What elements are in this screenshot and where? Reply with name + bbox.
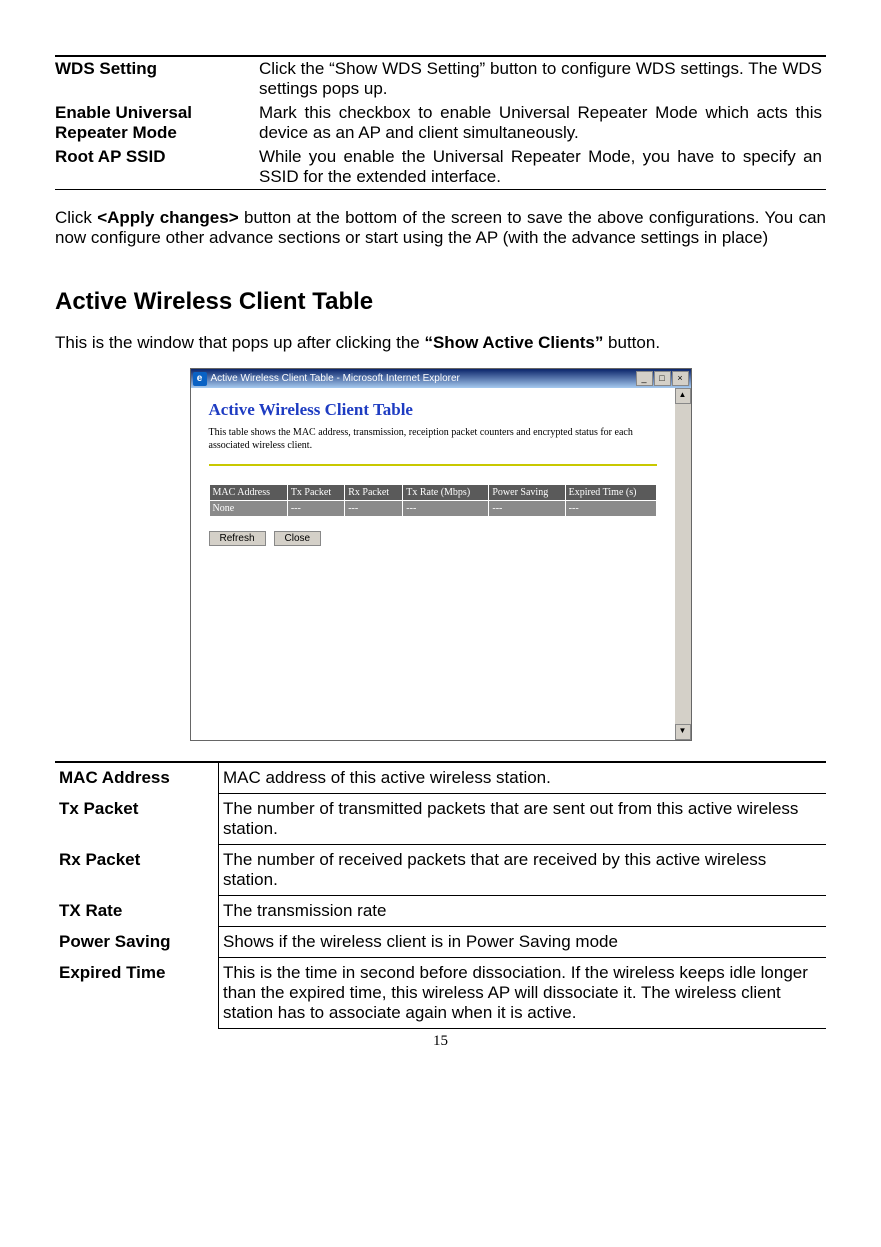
ddesc-tx-packet: The number of transmitted packets that a…: [219, 794, 827, 845]
table-row: WDS Setting Click the “Show WDS Setting”…: [55, 56, 826, 101]
ddesc-expired-time: This is the time in second before dissoc…: [219, 958, 827, 1029]
col-txpacket: Tx Packet: [287, 485, 344, 501]
term-universal-repeater: Enable Universal Repeater Mode: [55, 101, 259, 145]
definitions-table: MAC Address MAC address of this active w…: [55, 761, 826, 1029]
cell-rate: ---: [403, 501, 489, 517]
col-mac: MAC Address: [209, 485, 287, 501]
cell-rx: ---: [345, 501, 403, 517]
cell-exp: ---: [565, 501, 656, 517]
table-row: Root AP SSID While you enable the Univer…: [55, 145, 826, 190]
dterm-rx-packet: Rx Packet: [55, 845, 219, 896]
cell-mac: None: [209, 501, 287, 517]
col-rxpacket: Rx Packet: [345, 485, 403, 501]
col-txrate: Tx Rate (Mbps): [403, 485, 489, 501]
dterm-power-saving: Power Saving: [55, 927, 219, 958]
close-button[interactable]: Close: [274, 531, 322, 546]
ddesc-mac-address: MAC address of this active wireless stat…: [219, 762, 827, 794]
table-row: Enable Universal Repeater Mode Mark this…: [55, 101, 826, 145]
dterm-mac-address: MAC Address: [55, 762, 219, 794]
scroll-up-button[interactable]: ▲: [675, 388, 691, 404]
wds-settings-table: WDS Setting Click the “Show WDS Setting”…: [55, 55, 826, 190]
screenshot-container: e Active Wireless Client Table - Microso…: [55, 368, 826, 741]
table-row: TX Rate The transmission rate: [55, 896, 826, 927]
term-wds-setting: WDS Setting: [55, 56, 259, 101]
window-title: Active Wireless Client Table - Microsoft…: [211, 373, 460, 384]
ddesc-power-saving: Shows if the wireless client is in Power…: [219, 927, 827, 958]
ddesc-tx-rate: The transmission rate: [219, 896, 827, 927]
table-row: Tx Packet The number of transmitted pack…: [55, 794, 826, 845]
ie-titlebar: e Active Wireless Client Table - Microso…: [191, 369, 691, 388]
table-row: Expired Time This is the time in second …: [55, 958, 826, 1029]
section-intro: This is the window that pops up after cl…: [55, 333, 826, 353]
table-row: Power Saving Shows if the wireless clien…: [55, 927, 826, 958]
page-heading: Active Wireless Client Table: [209, 400, 657, 420]
dterm-tx-rate: TX Rate: [55, 896, 219, 927]
col-expired: Expired Time (s): [565, 485, 656, 501]
close-window-button[interactable]: ×: [672, 371, 689, 386]
desc-root-ap-ssid: While you enable the Universal Repeater …: [259, 145, 826, 190]
dterm-expired-time: Expired Time: [55, 958, 219, 1029]
page-description: This table shows the MAC address, transm…: [209, 426, 657, 452]
ddesc-rx-packet: The number of received packets that are …: [219, 845, 827, 896]
ie-logo-icon: e: [193, 372, 207, 386]
divider: [209, 464, 657, 466]
desc-universal-repeater: Mark this checkbox to enable Universal R…: [259, 101, 826, 145]
minimize-button[interactable]: _: [636, 371, 653, 386]
ie-content: ▲ ▼ Active Wireless Client Table This ta…: [191, 388, 691, 740]
maximize-button[interactable]: □: [654, 371, 671, 386]
ie-window: e Active Wireless Client Table - Microso…: [190, 368, 692, 741]
table-row: Rx Packet The number of received packets…: [55, 845, 826, 896]
apply-changes-paragraph: Click <Apply changes> button at the bott…: [55, 208, 826, 248]
dterm-tx-packet: Tx Packet: [55, 794, 219, 845]
table-row: MAC Address MAC address of this active w…: [55, 762, 826, 794]
table-row: None --- --- --- --- ---: [209, 501, 656, 517]
client-table: MAC Address Tx Packet Rx Packet Tx Rate …: [209, 484, 657, 517]
desc-wds-setting: Click the “Show WDS Setting” button to c…: [259, 56, 826, 101]
page-number: 15: [55, 1033, 826, 1050]
col-powersaving: Power Saving: [489, 485, 565, 501]
term-root-ap-ssid: Root AP SSID: [55, 145, 259, 190]
cell-tx: ---: [287, 501, 344, 517]
section-heading: Active Wireless Client Table: [55, 288, 826, 316]
cell-ps: ---: [489, 501, 565, 517]
scroll-down-button[interactable]: ▼: [675, 724, 691, 740]
refresh-button[interactable]: Refresh: [209, 531, 266, 546]
